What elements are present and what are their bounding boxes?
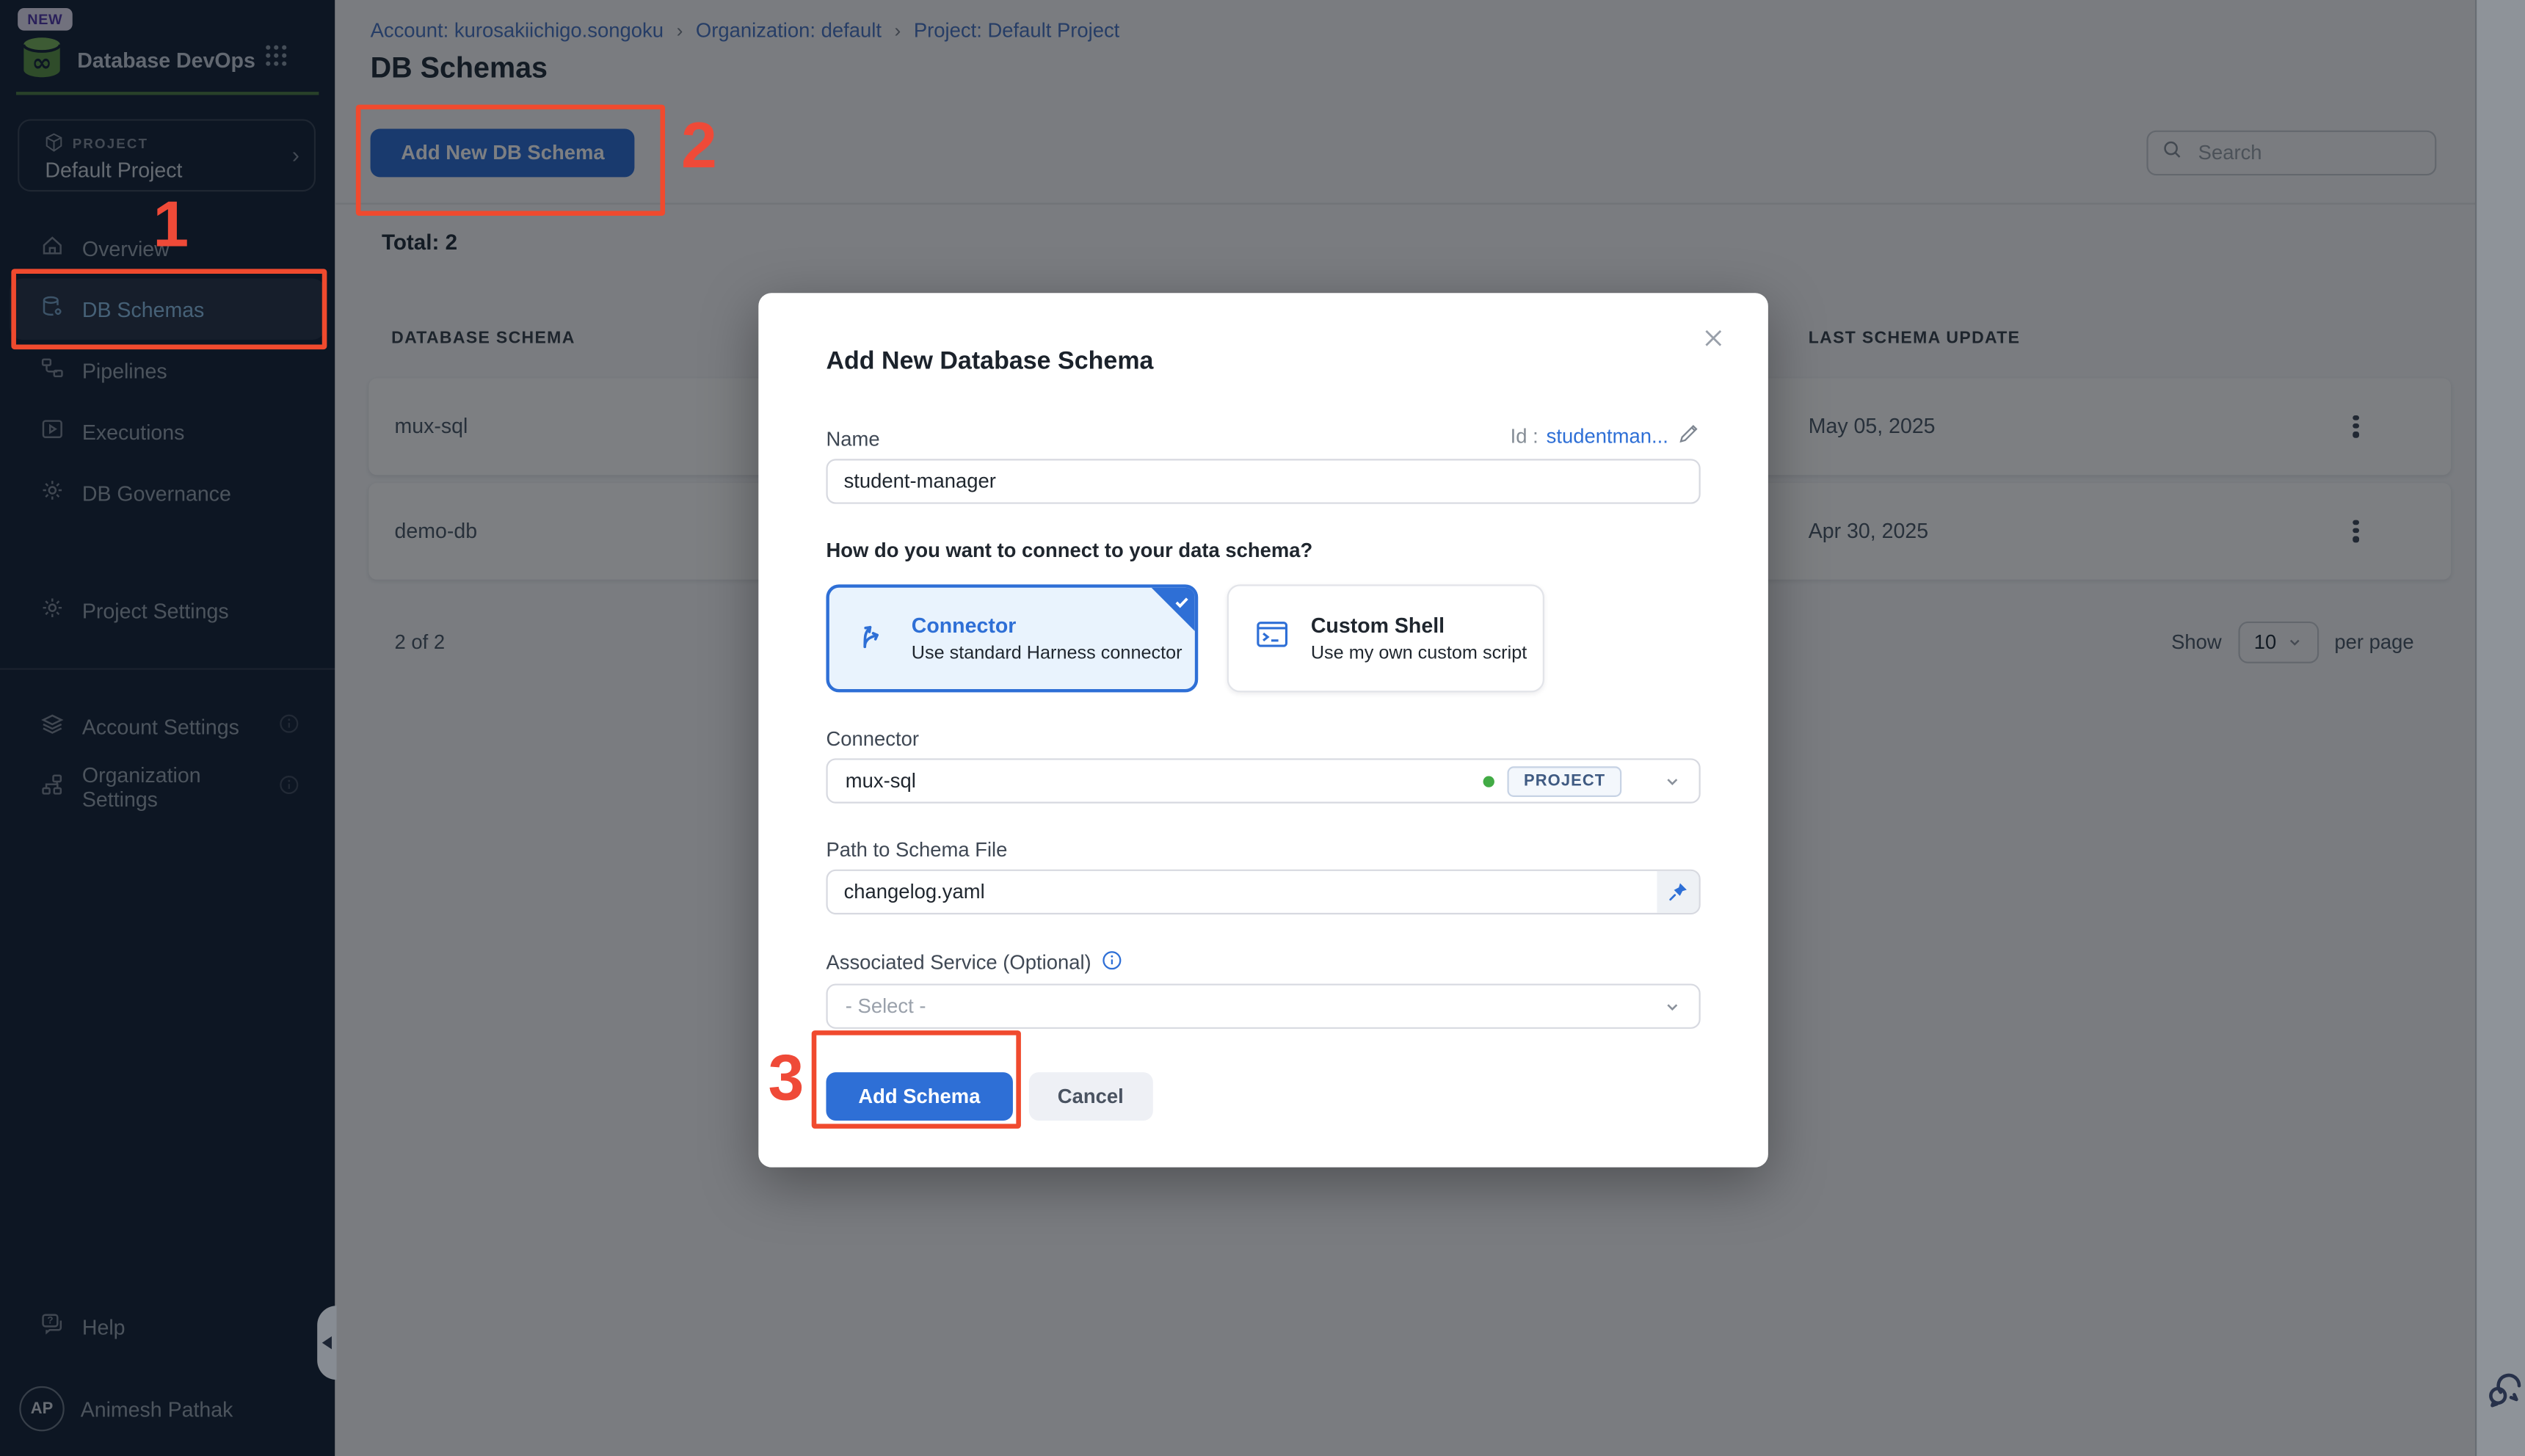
app-window: NEW ∞ Database DevOps	[0, 0, 2525, 1456]
annotation-box-2	[356, 105, 665, 216]
connection-question: How do you want to connect to your data …	[826, 539, 1700, 562]
check-icon	[1172, 591, 1191, 619]
connector-option-card[interactable]: Connector Use standard Harness connector	[826, 584, 1198, 692]
path-input[interactable]	[826, 870, 1700, 914]
name-label: Name	[826, 429, 879, 451]
chevron-down-icon	[1663, 997, 1681, 1015]
scrollbar-track[interactable]	[2475, 0, 2525, 1456]
info-icon[interactable]	[1101, 950, 1122, 975]
name-input[interactable]	[826, 459, 1700, 503]
pin-icon[interactable]	[1657, 871, 1699, 913]
annotation-box-3	[812, 1030, 1021, 1129]
support-chat-icon[interactable]	[2485, 1370, 2525, 1419]
service-placeholder: - Select -	[846, 995, 926, 1018]
custom-shell-option-card[interactable]: Custom Shell Use my own custom script	[1227, 584, 1544, 692]
terminal-icon	[1254, 616, 1290, 660]
id-group: Id : studentman...	[1511, 422, 1701, 451]
modal-title: Add New Database Schema	[826, 348, 1700, 376]
option-subtitle: Use standard Harness connector	[912, 644, 1182, 663]
annotation-number-2: 2	[681, 111, 717, 183]
close-icon[interactable]	[1694, 318, 1733, 365]
service-label: Associated Service (Optional)	[826, 952, 1091, 975]
option-title: Custom Shell	[1311, 614, 1527, 638]
sidebar-collapse-handle[interactable]	[316, 1306, 335, 1380]
edit-pencil-icon[interactable]	[1676, 422, 1701, 451]
annotation-number-1: 1	[153, 190, 189, 263]
scope-badge: PROJECT	[1508, 765, 1621, 796]
cancel-button[interactable]: Cancel	[1028, 1072, 1152, 1121]
annotation-number-3: 3	[768, 1044, 804, 1116]
connector-branch-icon	[855, 616, 890, 660]
annotation-box-1	[11, 269, 327, 349]
chevron-down-icon	[1663, 772, 1681, 790]
id-label: Id :	[1511, 425, 1538, 448]
service-select[interactable]: - Select -	[826, 983, 1700, 1028]
connector-label: Connector	[826, 728, 1700, 751]
id-value-link[interactable]: studentman...	[1547, 425, 1668, 448]
status-dot	[1483, 775, 1494, 786]
path-label: Path to Schema File	[826, 839, 1700, 862]
connector-value: mux-sql	[846, 770, 916, 793]
option-subtitle: Use my own custom script	[1311, 644, 1527, 663]
connector-select[interactable]: mux-sql PROJECT	[826, 758, 1700, 803]
option-title: Connector	[912, 614, 1182, 638]
